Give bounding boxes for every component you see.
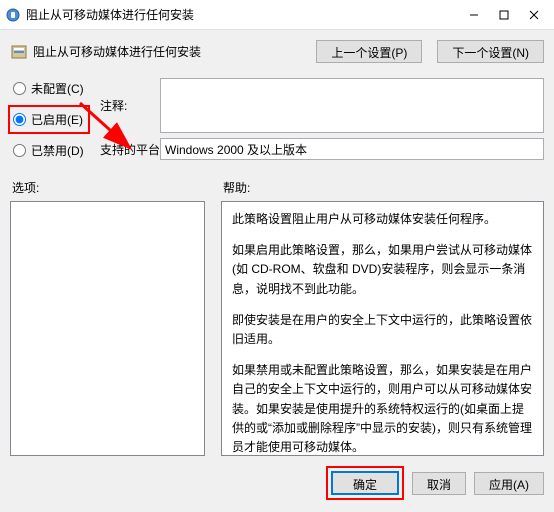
comment-input[interactable]: [160, 78, 544, 133]
radio-not-configured[interactable]: 未配置(C): [10, 78, 90, 99]
maximize-button[interactable]: [489, 1, 519, 29]
help-p1: 此策略设置阻止用户从可移动媒体安装任何程序。: [232, 210, 533, 229]
radio-disabled[interactable]: 已禁用(D): [10, 140, 90, 161]
apply-button[interactable]: 应用(A): [474, 472, 544, 495]
cancel-button[interactable]: 取消: [412, 472, 466, 495]
radio-enabled-label: 已启用(E): [31, 111, 83, 128]
header-title-text: 阻止从可移动媒体进行任何安装: [33, 43, 201, 60]
minimize-button[interactable]: [459, 1, 489, 29]
help-label: 帮助:: [221, 179, 544, 196]
radio-enabled-input[interactable]: [13, 113, 26, 126]
next-setting-button[interactable]: 下一个设置(N): [437, 40, 544, 63]
radio-disabled-label: 已禁用(D): [31, 142, 84, 159]
help-p4: 如果禁用或未配置此策略设置，那么，如果安装是在用户自己的安全上下文中运行的，则用…: [232, 361, 533, 456]
help-box: 此策略设置阻止用户从可移动媒体安装任何程序。 如果启用此策略设置，那么，如果用户…: [221, 201, 544, 456]
options-box: [10, 201, 205, 456]
platform-input[interactable]: [160, 138, 544, 160]
ok-button[interactable]: 确定: [331, 471, 399, 495]
close-button[interactable]: [519, 1, 549, 29]
window-title: 阻止从可移动媒体进行任何安装: [26, 6, 459, 23]
policy-icon: [10, 43, 28, 61]
help-p3: 即使安装是在用户的安全上下文中运行的，此策略设置依旧适用。: [232, 311, 533, 349]
comment-label: 注释:: [100, 97, 160, 114]
help-p2: 如果启用此策略设置，那么，如果用户尝试从可移动媒体(如 CD-ROM、软盘和 D…: [232, 241, 533, 299]
radio-not-configured-label: 未配置(C): [31, 80, 84, 97]
platform-label: 支持的平台:: [100, 141, 160, 158]
options-label: 选项:: [10, 179, 205, 196]
ok-button-highlight: 确定: [326, 466, 404, 500]
radio-not-configured-input[interactable]: [13, 82, 26, 95]
app-icon: [5, 7, 21, 23]
radio-disabled-input[interactable]: [13, 144, 26, 157]
prev-setting-button[interactable]: 上一个设置(P): [316, 40, 422, 63]
radio-enabled[interactable]: 已启用(E): [8, 105, 90, 134]
